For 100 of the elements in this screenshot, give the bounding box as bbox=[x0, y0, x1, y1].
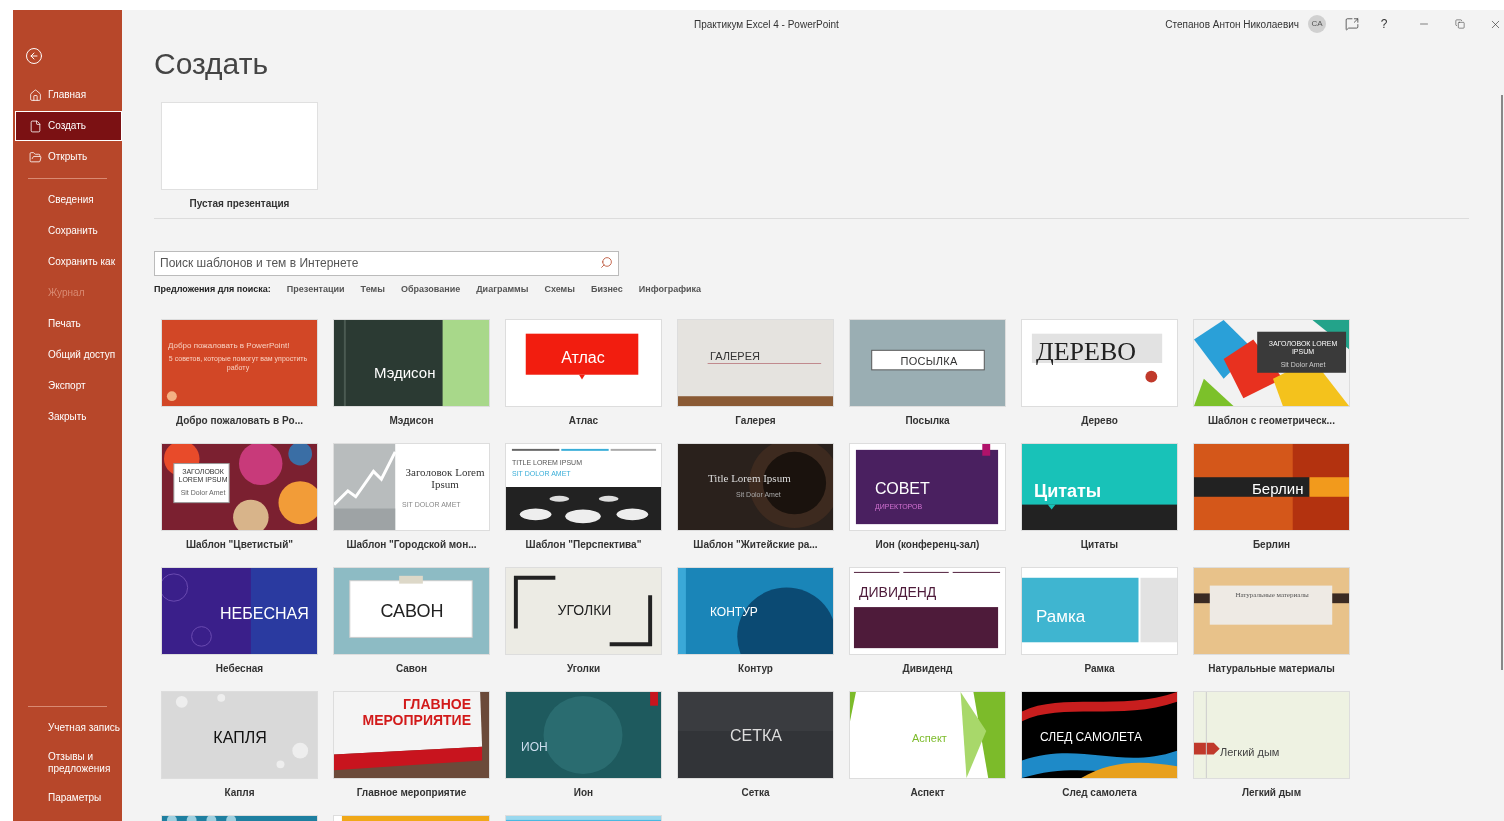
slide-title: ДИВИДЕНД bbox=[859, 583, 937, 602]
back-icon[interactable] bbox=[25, 47, 43, 65]
sidebar-item[interactable]: Параметры bbox=[15, 783, 122, 813]
template-label: Рамка bbox=[1084, 663, 1115, 675]
template-label: Галерея bbox=[735, 415, 776, 427]
template-thumbnail[interactable]: САВОН bbox=[333, 567, 490, 655]
template-thumbnail[interactable]: Легкий дым bbox=[1193, 691, 1350, 779]
template-thumbnail[interactable]: ПОСЫЛКА bbox=[849, 319, 1006, 407]
template-thumbnail[interactable]: ДИВИДЕНД bbox=[849, 567, 1006, 655]
sidebar-item[interactable]: Сохранить как bbox=[15, 247, 122, 277]
suggestion-link[interactable]: Инфографика bbox=[638, 283, 702, 295]
template-thumbnail[interactable]: ГЛАВНОЕ МЕРОПРИЯТИЕ bbox=[333, 691, 490, 779]
slide-title: ГАЛЕРЕЯ bbox=[710, 349, 760, 364]
sidebar-item[interactable]: Главная bbox=[15, 80, 122, 110]
template-label: Аспект bbox=[910, 787, 945, 799]
template-label: Шаблон "Житейские ра... bbox=[693, 539, 818, 551]
template-thumbnail[interactable]: ГАЛЕРЕЯ bbox=[677, 319, 834, 407]
window-title: Практикум Excel 4 - PowerPoint bbox=[694, 17, 839, 32]
sidebar-item[interactable]: Отзывы и предложения bbox=[15, 744, 122, 782]
slide-title: УГОЛКИ bbox=[556, 601, 613, 620]
template-thumbnail[interactable]: КАПЛЯ bbox=[161, 691, 318, 779]
suggestion-link[interactable]: Презентации bbox=[286, 283, 345, 295]
template-thumbnail[interactable]: Берлин bbox=[1193, 443, 1350, 531]
scrollbar-thumb[interactable] bbox=[1501, 95, 1503, 670]
template-thumbnail[interactable]: НЕБЕСНАЯ bbox=[161, 567, 318, 655]
search-field[interactable]: Поиск шаблонов и тем в Интернете bbox=[154, 250, 619, 276]
template-label: Берлин bbox=[1252, 539, 1291, 551]
template-thumbnail[interactable]: УГОЛКИ bbox=[505, 567, 662, 655]
sidebar-item[interactable]: Сохранить bbox=[15, 216, 122, 246]
slide-title: ДЕРЕВО bbox=[1036, 338, 1137, 366]
template-thumbnail[interactable]: СЕТКА bbox=[677, 691, 834, 779]
template-label: Добро пожаловать в Po... bbox=[175, 415, 304, 427]
help-button[interactable]: ? bbox=[1370, 12, 1398, 36]
home-icon bbox=[29, 88, 42, 102]
slide-title: Легкий дым bbox=[1220, 745, 1280, 760]
search-icon[interactable] bbox=[600, 256, 613, 269]
template-label: Цитаты bbox=[1080, 539, 1119, 551]
comment-icon bbox=[1345, 17, 1359, 31]
slide-title: Добро пожаловать в PowerPoint! bbox=[168, 340, 290, 352]
sidebar-item[interactable]: Экспорт bbox=[15, 371, 122, 401]
avatar[interactable]: СА bbox=[1308, 15, 1326, 33]
slide-title: Цитаты bbox=[1034, 480, 1102, 503]
slide-title: ПОСЫЛКА bbox=[899, 354, 959, 369]
template-thumbnail[interactable]: ДЕРЕВО bbox=[1021, 319, 1178, 407]
sidebar-item[interactable]: Открыть bbox=[15, 142, 122, 172]
page-heading: Создать bbox=[154, 46, 269, 82]
slide-title: САВОН bbox=[379, 600, 445, 623]
suggestion-link[interactable]: Темы bbox=[360, 283, 385, 295]
suggestions-label: Предложения для поиска: bbox=[154, 283, 271, 295]
template-thumbnail[interactable]: Атлас bbox=[505, 319, 662, 407]
slide-title: СЕТКА bbox=[729, 726, 783, 746]
slide-title: Мэдисон bbox=[374, 363, 436, 383]
sidebar-item[interactable]: Создать bbox=[15, 111, 122, 141]
template-thumbnail[interactable]: СЛЕД САМОЛЕТА bbox=[1021, 691, 1178, 779]
template-label: Натуральные материалы bbox=[1208, 663, 1335, 675]
template-label: Небесная bbox=[215, 663, 264, 675]
suggestion-link[interactable]: Бизнес bbox=[590, 283, 623, 295]
sidebar-item[interactable]: Сведения bbox=[15, 185, 122, 215]
slide-title: КАПЛЯ bbox=[212, 728, 268, 748]
user-name[interactable]: Степанов Антон Николаевич bbox=[1165, 16, 1299, 32]
slide-title: Берлин bbox=[1252, 479, 1304, 499]
suggestion-link[interactable]: Схемы bbox=[544, 283, 575, 295]
template-thumbnail[interactable]: КОНТУР bbox=[677, 567, 834, 655]
slide-title: ГЛАВНОЕ МЕРОПРИЯТИЕ bbox=[361, 696, 471, 728]
template-label: Савон bbox=[395, 663, 428, 675]
sidebar-item[interactable]: Учетная запись bbox=[15, 713, 122, 743]
suggestion-link[interactable]: Диаграммы bbox=[476, 283, 529, 295]
template-thumbnail[interactable]: Мэдисон bbox=[333, 319, 490, 407]
template-label: След самолета bbox=[1062, 787, 1137, 799]
template-label: Главное мероприятие bbox=[356, 787, 467, 799]
slide-title: ИОН bbox=[521, 739, 548, 756]
template-label: Шаблон "Цветистый" bbox=[185, 539, 294, 551]
template-label: Шаблон "Городской мон... bbox=[346, 539, 477, 551]
blank-presentation-thumbnail[interactable] bbox=[161, 102, 318, 190]
slide-title: СОВЕТ bbox=[875, 480, 930, 498]
slide-title: НЕБЕСНАЯ bbox=[220, 604, 309, 624]
sidebar-item[interactable]: Печать bbox=[15, 309, 122, 339]
template-label: Капля bbox=[224, 787, 255, 799]
slide-title: СЛЕД САМОЛЕТА bbox=[1040, 729, 1143, 746]
template-label: Ион (конференц-зал) bbox=[875, 539, 980, 551]
slide-title: Аспект bbox=[912, 731, 947, 746]
template-label: Шаблон с геометрическ... bbox=[1208, 415, 1335, 427]
template-label: Дерево bbox=[1081, 415, 1118, 427]
template-label: Уголки bbox=[566, 663, 601, 675]
template-label: Легкий дым bbox=[1241, 787, 1302, 799]
suggestion-link[interactable]: Образование bbox=[400, 283, 461, 295]
template-label: Пустая презентация bbox=[189, 198, 290, 210]
sidebar-item[interactable]: Закрыть bbox=[15, 402, 122, 432]
restore-icon bbox=[1455, 19, 1465, 29]
document-icon bbox=[29, 119, 42, 133]
template-label: Ион bbox=[573, 787, 594, 799]
sidebar-item[interactable]: Общий доступ bbox=[15, 340, 122, 370]
slide-title: Заголовок Lorem Ipsum bbox=[404, 466, 486, 490]
slide-title: Рамка bbox=[1036, 606, 1086, 628]
template-label: Атлас bbox=[568, 415, 599, 427]
template-thumbnail[interactable]: ИОН bbox=[505, 691, 662, 779]
template-label: Шаблон "Перспектива" bbox=[525, 539, 642, 551]
slide-title: Атлас bbox=[560, 348, 606, 368]
slide-title: Title Lorem Ipsum bbox=[708, 472, 791, 485]
template-label: Посылка bbox=[905, 415, 950, 427]
